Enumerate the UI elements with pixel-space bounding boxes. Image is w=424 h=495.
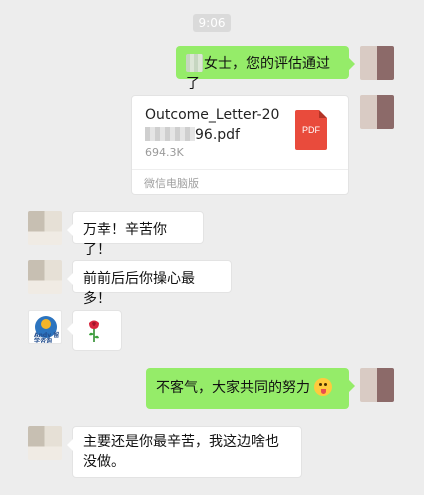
- message-received[interactable]: 万幸！辛苦你了！: [67, 211, 204, 258]
- message-text: 万幸！辛苦你了！: [83, 222, 167, 258]
- sticker-message[interactable]: [67, 310, 122, 351]
- file-name: Outcome_Letter-20 96.pdf: [145, 107, 280, 143]
- file-footer: 微信电脑版: [132, 169, 348, 196]
- sender-avatar[interactable]: [360, 46, 394, 80]
- pdf-icon: PDF: [295, 110, 327, 150]
- contact-avatar-andy[interactable]: Andy 留学咨询: [28, 310, 62, 344]
- message-received[interactable]: 前前后后你操心最多！: [67, 260, 232, 307]
- sender-avatar[interactable]: [360, 95, 394, 129]
- sender-avatar[interactable]: [360, 368, 394, 402]
- file-message-card[interactable]: Outcome_Letter-20 96.pdf 694.3K PDF 微信电脑…: [131, 95, 349, 195]
- file-source: 微信电脑版: [144, 177, 199, 190]
- contact-avatar[interactable]: [28, 260, 62, 294]
- message-text: 主要还是你最辛苦，我这边啥也没做。: [83, 434, 279, 470]
- andy-avatar-label: Andy 留学咨询: [34, 332, 60, 344]
- contact-avatar[interactable]: [28, 426, 62, 460]
- redacted-file-part: [145, 127, 195, 141]
- message-text: 女士，您的评估通过了: [186, 56, 330, 92]
- message-sent[interactable]: 不客气，大家共同的努力: [146, 368, 355, 409]
- tongue-out-emoji-icon: [314, 378, 332, 396]
- contact-avatar[interactable]: [28, 211, 62, 245]
- redacted-name: [186, 54, 203, 72]
- message-sent[interactable]: 女士，您的评估通过了: [176, 46, 355, 92]
- message-received[interactable]: 主要还是你最辛苦，我这边啥也没做。: [67, 426, 302, 478]
- message-text: 前前后后你操心最多！: [83, 271, 195, 307]
- rose-icon: [89, 320, 99, 342]
- file-size: 694.3K: [145, 146, 184, 159]
- message-text: 不客气，大家共同的努力: [156, 380, 310, 396]
- timestamp: 9:06: [193, 14, 231, 32]
